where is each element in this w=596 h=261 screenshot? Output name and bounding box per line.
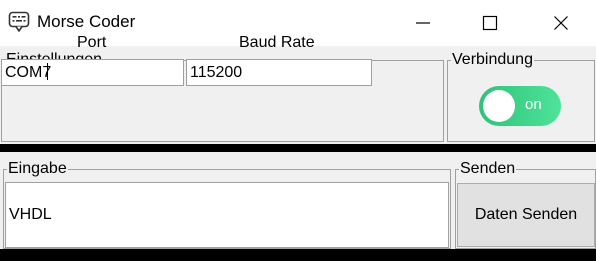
toggle-label: on bbox=[525, 96, 542, 113]
port-input[interactable]: COM7 bbox=[1, 59, 184, 86]
maximize-icon bbox=[482, 15, 498, 31]
text-caret bbox=[47, 63, 49, 80]
minimize-button[interactable] bbox=[395, 0, 451, 46]
close-button[interactable] bbox=[533, 0, 589, 46]
port-label: Port bbox=[77, 34, 107, 51]
maximize-button[interactable] bbox=[462, 0, 518, 46]
send-legend: Senden bbox=[460, 160, 516, 177]
message-text: VHDL bbox=[9, 206, 52, 223]
input-legend: Eingabe bbox=[8, 160, 67, 177]
port-value: COM7 bbox=[5, 64, 52, 81]
baud-rate-input[interactable]: 115200 bbox=[186, 59, 372, 86]
baud-rate-label: Baud Rate bbox=[239, 34, 315, 51]
morse-keyboard-icon bbox=[8, 11, 30, 32]
toggle-knob bbox=[483, 90, 515, 122]
close-icon bbox=[554, 16, 568, 30]
baud-rate-value: 115200 bbox=[190, 64, 243, 81]
window-title: Morse Coder bbox=[37, 12, 136, 31]
minimize-icon bbox=[416, 22, 430, 24]
connection-toggle[interactable]: on bbox=[479, 86, 561, 126]
send-data-button[interactable]: Daten Senden bbox=[457, 183, 595, 247]
connection-legend: Verbindung bbox=[452, 51, 533, 68]
message-input[interactable]: VHDL bbox=[5, 182, 449, 248]
